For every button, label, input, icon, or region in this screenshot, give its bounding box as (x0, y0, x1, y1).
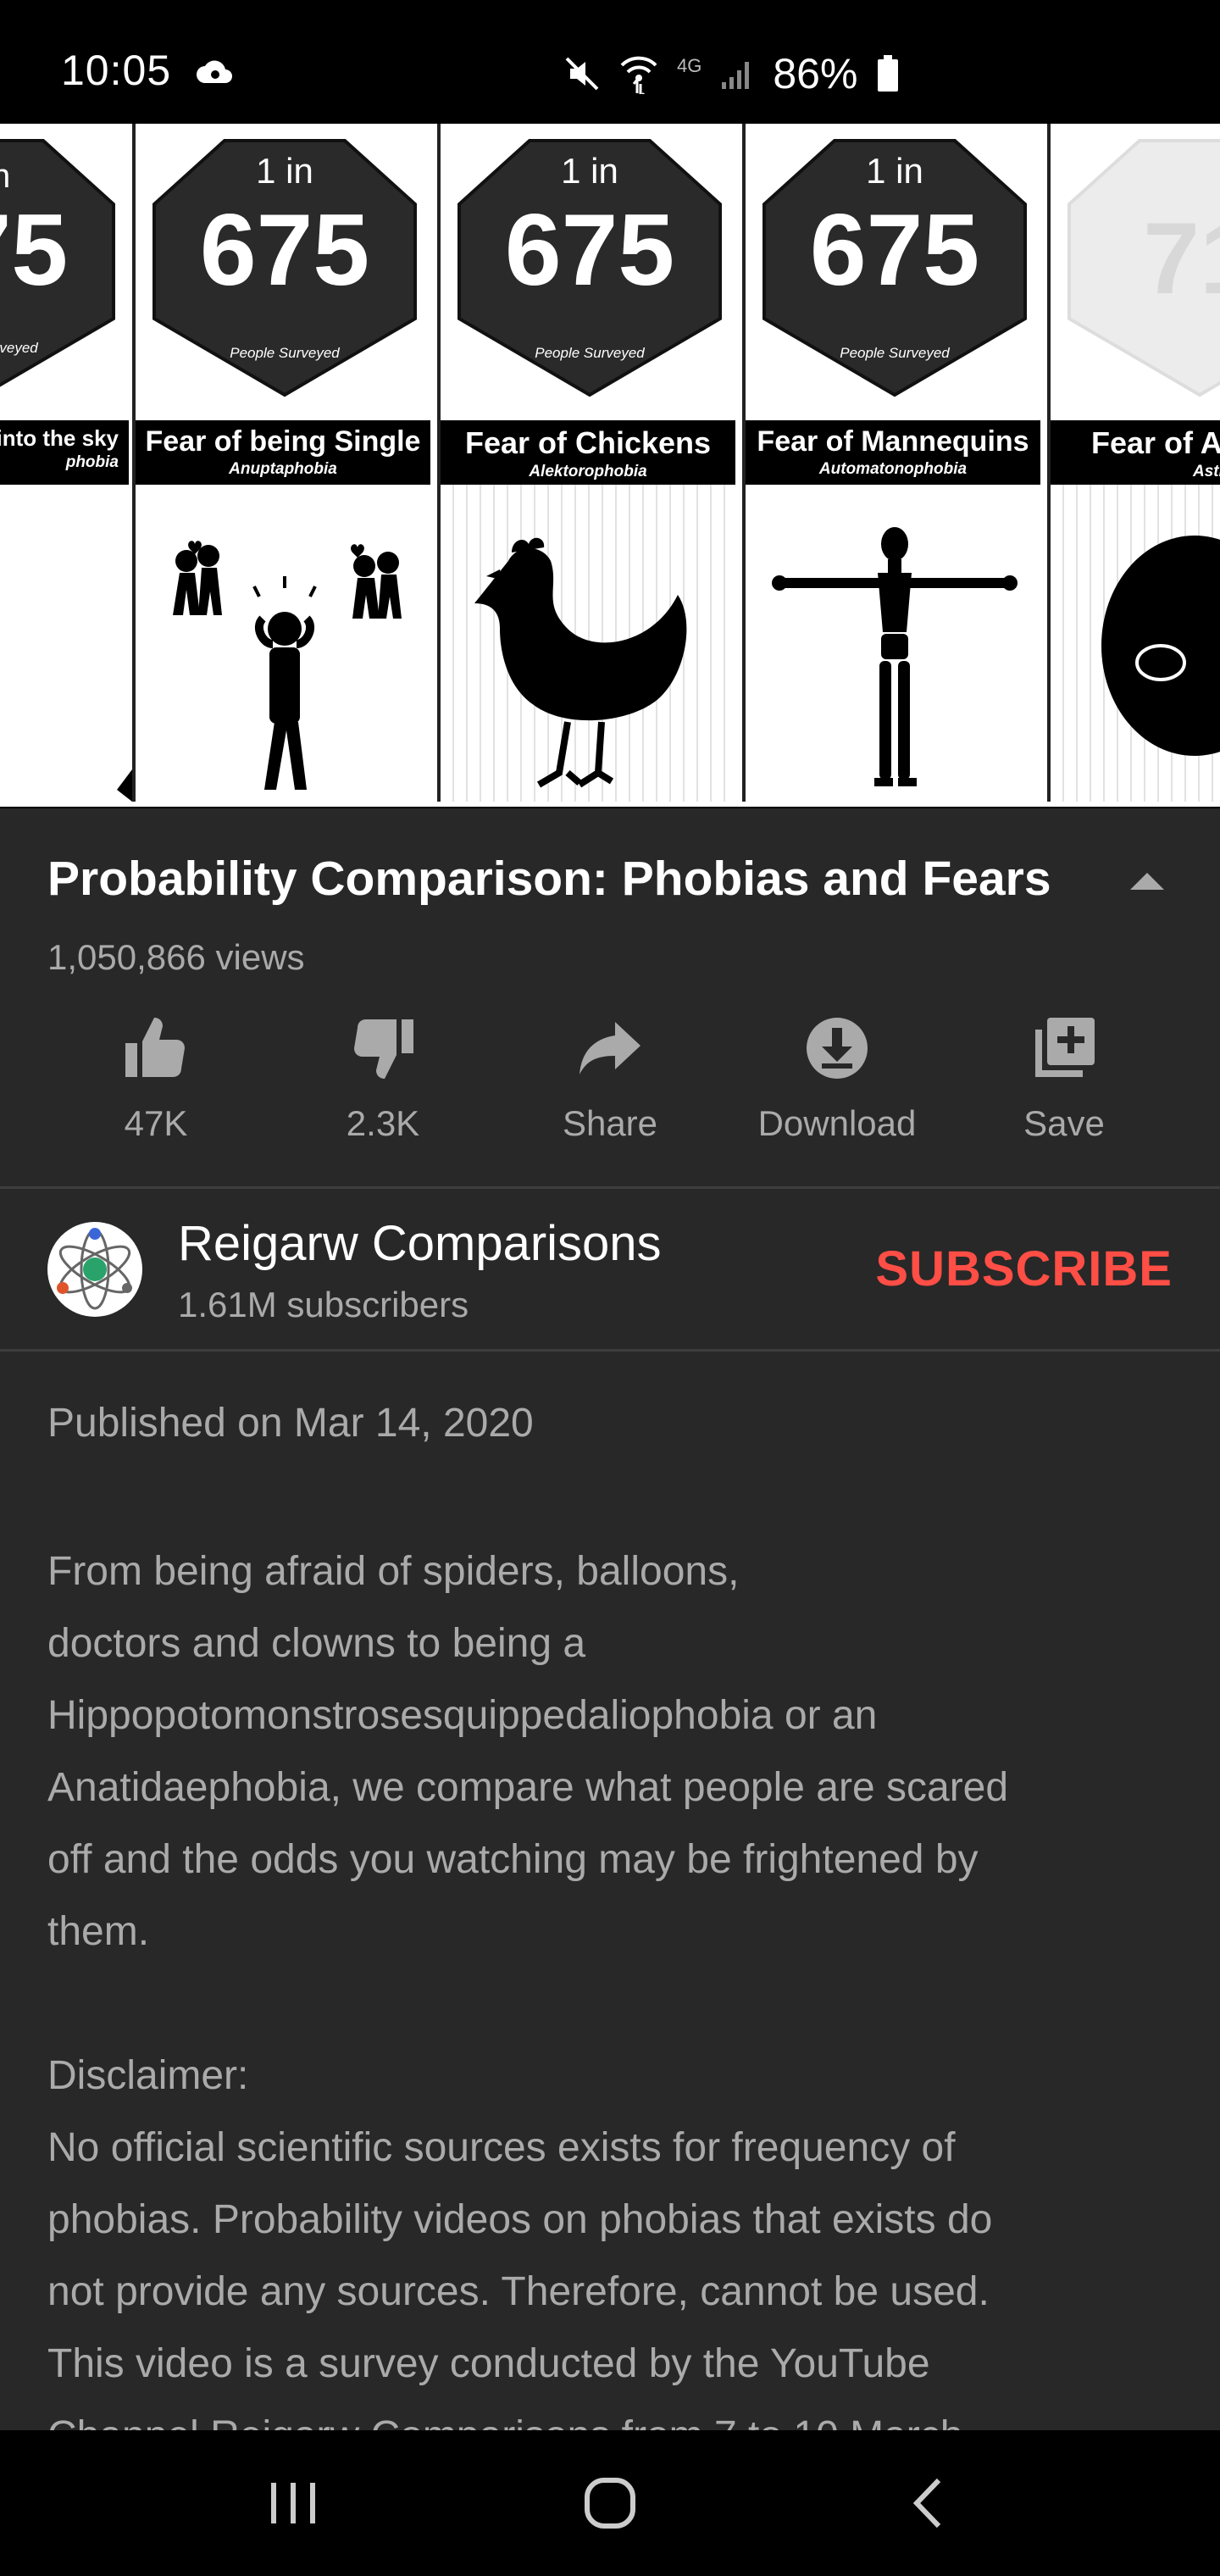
divider (0, 1349, 1220, 1352)
couples-illustration (173, 541, 402, 790)
like-button[interactable]: 47K (46, 1012, 266, 1144)
back-button[interactable] (842, 2430, 1012, 2576)
channel-name[interactable]: Reigarw Comparisons (178, 1215, 662, 1272)
card-number: 675 (200, 193, 369, 307)
wifi-icon (620, 56, 657, 94)
dislike-count: 2.3K (346, 1103, 420, 1143)
card-title: Fear of Mannequins (757, 425, 1029, 458)
home-icon (585, 2478, 635, 2529)
card-caption: People Surveyed (0, 340, 38, 356)
card-subtitle: phobia (65, 453, 119, 471)
video-card: 1 in 675 People Surveyed Fear of being S… (132, 124, 430, 802)
video-details: Probability Comparison: Phobias and Fear… (0, 808, 1220, 2430)
collapse-chevron-icon[interactable] (1127, 869, 1167, 893)
card-number: 675 (810, 193, 979, 307)
octagon-badge: 71 (1068, 139, 1220, 397)
card-caption: People Surveyed (230, 345, 340, 361)
subscribe-button[interactable]: SUBSCRIBE (875, 1241, 1173, 1297)
video-player[interactable]: 1 in 675 People Surveyed into the sky ph… (0, 124, 1220, 807)
status-icons: 4G 86% (563, 49, 900, 98)
thumbs-down-icon (354, 1019, 413, 1079)
octagon-badge: 1 in 675 People Surveyed (458, 139, 722, 397)
card-subtitle: Alektorophobia (529, 463, 647, 480)
octagon-badge: 1 in 675 People Surveyed (0, 139, 115, 387)
card-title: Fear of Chickens (464, 425, 712, 460)
subscriber-count: 1.61M subscribers (178, 1285, 469, 1324)
share-label: Share (562, 1103, 658, 1143)
status-bar: 10:05 4G 86% (0, 0, 1220, 124)
download-button[interactable]: Download (727, 1012, 947, 1144)
cloud-notification-icon (197, 60, 232, 83)
octagon-badge: 1 in 675 People Surveyed (152, 139, 417, 397)
home-button[interactable] (525, 2430, 695, 2576)
signal-icon (722, 62, 750, 89)
atom-logo (57, 1228, 132, 1310)
card-subtitle: Astrophobia (1193, 463, 1220, 480)
card-subtitle: Anuptaphobia (229, 460, 337, 478)
video-card: 71 Fear of A Astrophobia (1047, 124, 1220, 802)
save-playlist-icon (1035, 1018, 1095, 1077)
download-icon (807, 1018, 868, 1079)
thumbs-up-icon (125, 1018, 185, 1077)
card-title: into the sky (0, 425, 119, 451)
status-time: 10:05 (61, 47, 172, 94)
card-number: 675 (0, 193, 68, 307)
card-caption: People Surveyed (840, 345, 950, 361)
divider (0, 1186, 1220, 1189)
video-card: 1 in 675 People Surveyed Fear of Mannequ… (742, 124, 1040, 802)
card-caption: People Surveyed (535, 345, 645, 361)
video-description: From being afraid of spiders, balloons, … (47, 1549, 1009, 2430)
video-card: 1 in 675 People Surveyed Fear of Chicken… (437, 124, 735, 802)
view-count: 1,050,866 views (47, 937, 305, 977)
card-number: 71 (1143, 202, 1220, 315)
like-count: 47K (124, 1103, 188, 1143)
alien-illustration (1101, 536, 1220, 756)
card-prefix: 1 in (0, 158, 10, 195)
dislike-button[interactable]: 2.3K (273, 1012, 493, 1144)
card-number: 675 (505, 193, 674, 307)
channel-avatar[interactable] (47, 1222, 142, 1317)
mannequin-illustration (772, 527, 1018, 786)
card-prefix: 1 in (256, 151, 313, 191)
mute-icon (565, 57, 599, 91)
battery-icon (878, 55, 899, 92)
system-nav-bar (0, 2430, 1220, 2576)
download-label: Download (757, 1103, 917, 1143)
octagon-badge: 1 in 675 People Surveyed (762, 139, 1027, 397)
card-title: Fear of A (1091, 425, 1220, 460)
card-title: Fear of being Single (145, 425, 421, 458)
recent-apps-button[interactable] (208, 2430, 378, 2576)
chicken-illustration (474, 537, 687, 788)
card-prefix: 1 in (561, 151, 618, 191)
battery-percent: 86% (773, 50, 858, 97)
share-button[interactable]: Share (500, 1012, 720, 1144)
card-subtitle: Automatonophobia (818, 460, 968, 478)
recent-apps-icon (271, 2483, 315, 2523)
publish-date: Published on Mar 14, 2020 (47, 1401, 534, 1446)
video-title[interactable]: Probability Comparison: Phobias and Fear… (47, 851, 1051, 907)
video-card: 1 in 675 People Surveyed into the sky ph… (0, 124, 132, 802)
save-label: Save (1023, 1103, 1105, 1143)
action-bar: 47K 2.3K Share Download Save (0, 1012, 1220, 1147)
network-type: 4G (677, 55, 702, 76)
black-triangle (117, 769, 132, 802)
share-icon (580, 1022, 640, 1074)
card-prefix: 1 in (866, 151, 923, 191)
back-icon (912, 2478, 941, 2529)
save-button[interactable]: Save (954, 1012, 1174, 1144)
